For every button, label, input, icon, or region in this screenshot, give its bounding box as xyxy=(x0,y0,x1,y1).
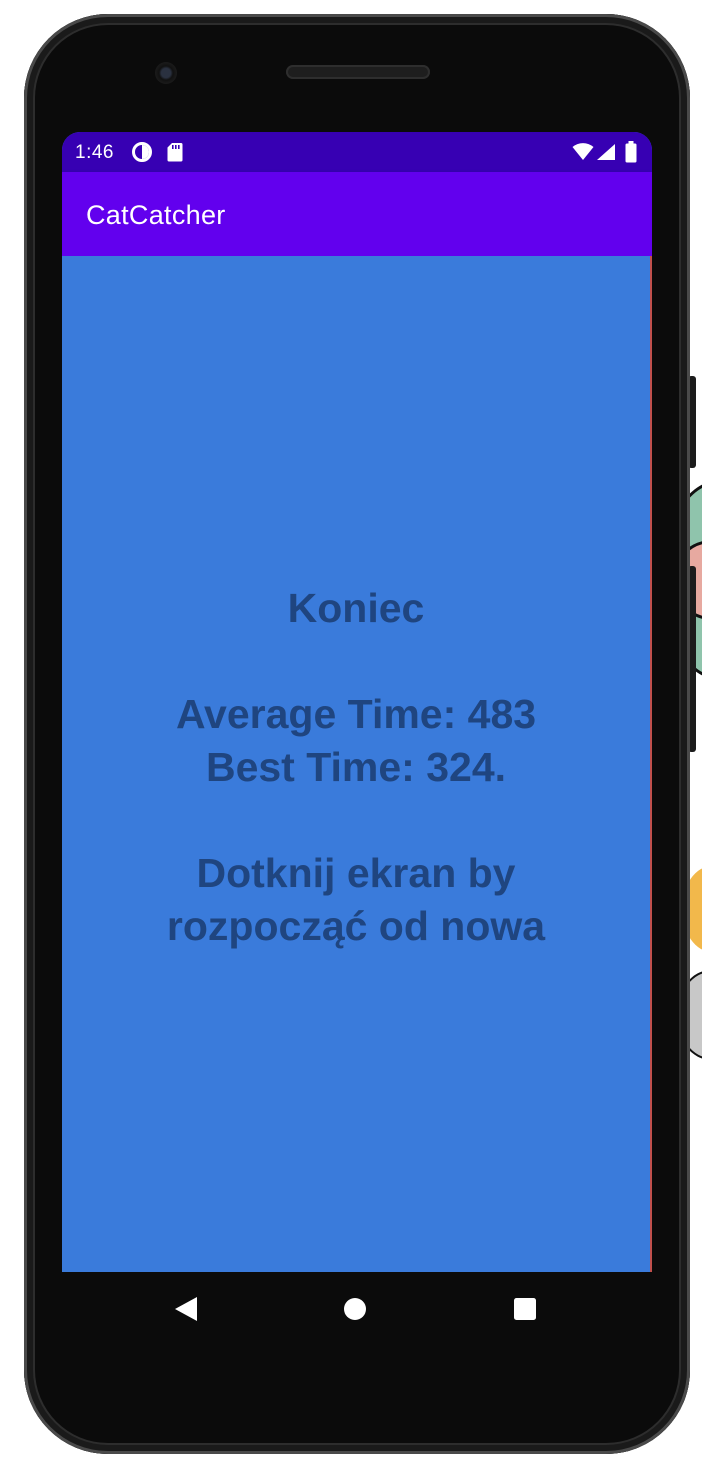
game-over-title: Koniec xyxy=(287,585,425,631)
restart-instruction-line-1: Dotknij ekran by xyxy=(196,850,516,896)
data-saver-icon xyxy=(132,142,152,167)
sd-card-icon xyxy=(167,142,183,167)
game-over-message: Koniec Average Time: 483 Best Time: 324.… xyxy=(62,582,650,953)
restart-instruction-line-2: rozpocząć od nowa xyxy=(166,903,546,949)
earpiece-speaker xyxy=(286,65,430,79)
back-icon[interactable] xyxy=(172,1294,202,1324)
device-frame-stage: 1:46 CatCatcher Koniec Average Time: 483… xyxy=(0,0,702,1464)
wifi-icon xyxy=(572,143,594,166)
game-over-touch-area[interactable]: Koniec Average Time: 483 Best Time: 324.… xyxy=(62,256,652,1272)
phone-screen: 1:46 CatCatcher Koniec Average Time: 483… xyxy=(62,132,652,1272)
home-icon[interactable] xyxy=(340,1294,370,1324)
average-time-text: Average Time: 483 xyxy=(175,691,537,737)
status-bar: 1:46 xyxy=(62,132,652,172)
battery-icon xyxy=(625,141,637,168)
app-bar: CatCatcher xyxy=(62,172,652,256)
recents-icon[interactable] xyxy=(510,1294,540,1324)
app-title: CatCatcher xyxy=(86,200,226,230)
status-time: 1:46 xyxy=(75,142,114,163)
navigation-bar xyxy=(62,1272,652,1346)
signal-icon xyxy=(596,143,616,166)
best-time-text: Best Time: 324. xyxy=(205,744,507,790)
front-camera xyxy=(155,62,177,84)
